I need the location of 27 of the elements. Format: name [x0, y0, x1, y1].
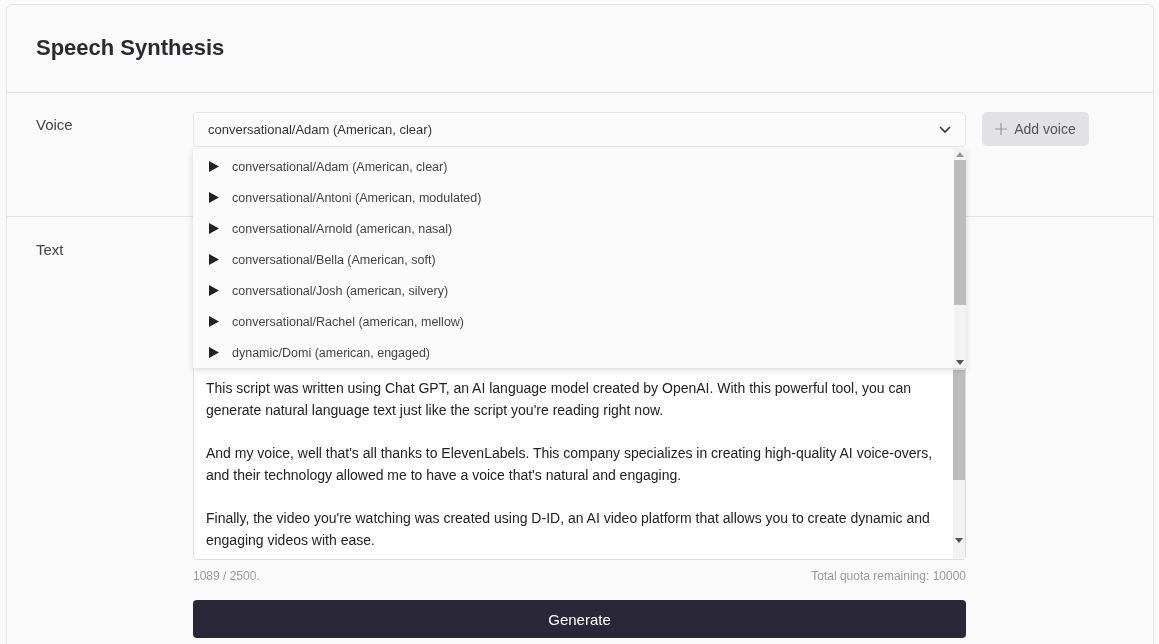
voice-option[interactable]: dynamic/Domi (american, engaged)	[193, 337, 954, 368]
scroll-up-icon[interactable]	[956, 152, 964, 157]
generate-button[interactable]: Generate	[193, 600, 966, 638]
page-title: Speech Synthesis	[36, 35, 226, 61]
field-label: Text	[36, 240, 65, 260]
scrollbar[interactable]	[954, 149, 966, 368]
quota-text: Total quota remaining: 10000	[811, 569, 966, 585]
scroll-down-icon[interactable]	[955, 538, 963, 543]
add-voice-button[interactable]: Add voice	[982, 112, 1089, 146]
plus-icon	[995, 123, 1008, 135]
play-icon	[209, 347, 219, 358]
voice-option[interactable]: conversational/Bella (American, soft)	[193, 244, 954, 275]
chevron-down-icon	[939, 125, 951, 134]
voice-option[interactable]: conversational/Josh (american, silvery)	[193, 275, 954, 306]
voice-option[interactable]: conversational/Antoni (American, modulated)	[193, 182, 954, 213]
voice-option[interactable]: conversational/Rachel (american, mellow)	[193, 306, 954, 337]
play-icon	[209, 161, 219, 172]
play-icon	[209, 316, 219, 327]
play-icon	[209, 192, 219, 203]
voice-select[interactable]: conversational/Adam (American, clear)	[193, 112, 966, 147]
play-icon	[209, 223, 219, 234]
play-icon	[209, 285, 219, 296]
character-count: 1089 / 2500.	[193, 569, 260, 585]
scroll-down-icon[interactable]	[956, 360, 964, 365]
voice-option[interactable]: conversational/Adam (American, clear)	[193, 151, 954, 182]
play-icon	[209, 254, 219, 265]
field-label: Voice	[36, 115, 74, 135]
